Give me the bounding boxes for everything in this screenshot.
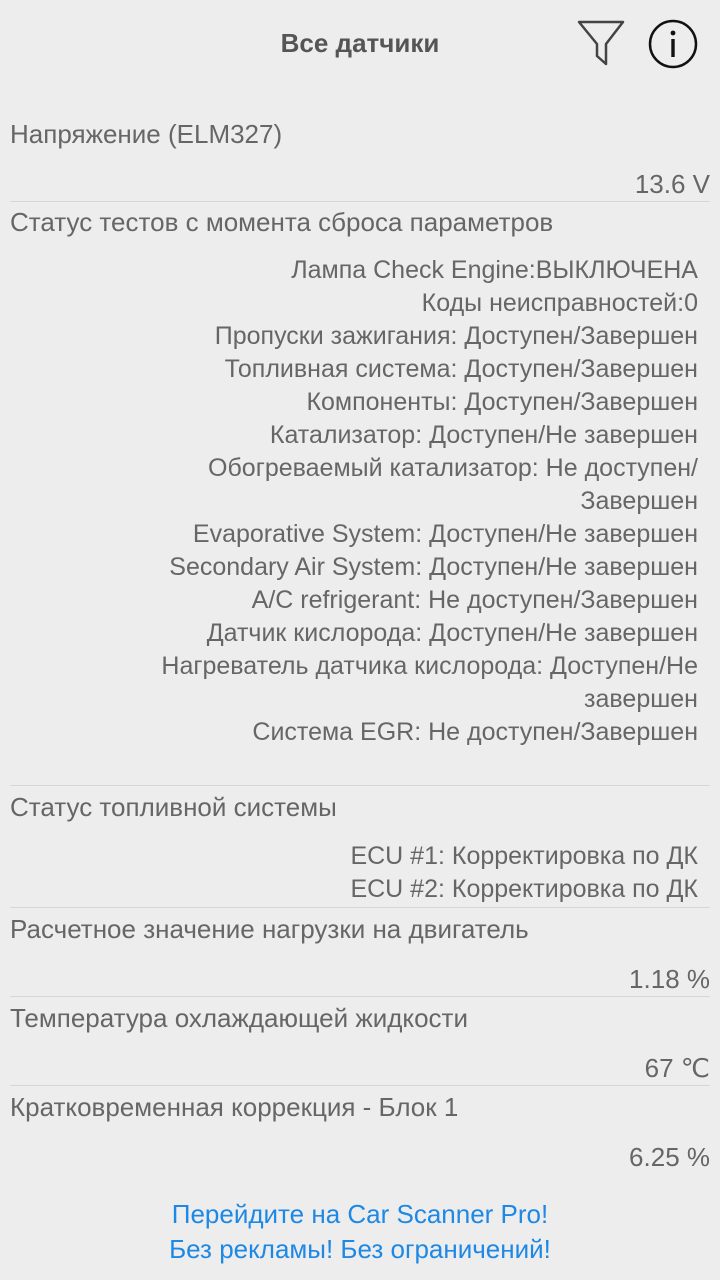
- sensor-name: Температура охлаждающей жидкости: [10, 1003, 468, 1033]
- sensor-name: Расчетное значение нагрузки на двигатель: [10, 914, 529, 944]
- monitor-status-lines: Лампа Check Engine:ВЫКЛЮЧЕНА Коды неиспр…: [58, 254, 698, 749]
- sensor-name: Статус топливной системы: [10, 792, 337, 822]
- sensor-coolant-temp[interactable]: Температура охлаждающей жидкости 67 ℃: [0, 997, 720, 1085]
- status-line: Лампа Check Engine:ВЫКЛЮЧЕНА: [291, 256, 698, 284]
- status-line: Evaporative System: Доступен/Не завершен: [192, 520, 698, 548]
- upgrade-promo-link[interactable]: Перейдите на Car Scanner Pro! Без реклам…: [0, 1197, 720, 1267]
- sensor-fuel-status[interactable]: Статус топливной системы ECU #1: Коррект…: [0, 786, 720, 906]
- status-line: Нагреватель датчика кислорода: Доступен/…: [161, 652, 698, 680]
- status-line: Secondary Air System: Доступен/Не заверш…: [169, 553, 698, 581]
- status-line: Обогреваемый катализатор: Не доступен/: [208, 454, 698, 482]
- sensor-value: 6.25 %: [629, 1142, 710, 1172]
- status-line: Коды неисправностей:0: [421, 289, 698, 317]
- filter-button[interactable]: [576, 18, 626, 70]
- status-line: ECU #2: Корректировка по ДК: [350, 875, 698, 903]
- status-line: Пропуски зажигания: Доступен/Завершен: [214, 322, 698, 350]
- info-icon: [648, 19, 698, 69]
- sensor-name: Кратковременная коррекция - Блок 1: [10, 1092, 459, 1122]
- status-line: завершен: [584, 685, 698, 713]
- status-line: A/C refrigerant: Не доступен/Завершен: [251, 586, 698, 614]
- status-line: Компоненты: Доступен/Завершен: [306, 388, 698, 416]
- top-bar: Все датчики: [0, 0, 720, 90]
- sensor-name: Статус тестов с момента сброса параметро…: [10, 207, 554, 237]
- sensor-engine-load[interactable]: Расчетное значение нагрузки на двигатель…: [0, 908, 720, 996]
- status-line: Катализатор: Доступен/Не завершен: [269, 421, 698, 449]
- sensor-value: 13.6 V: [634, 169, 710, 199]
- status-line: Завершен: [580, 487, 698, 515]
- promo-line-1: Перейдите на Car Scanner Pro!: [171, 1199, 549, 1229]
- sensor-voltage[interactable]: Напряжение (ELM327) 13.6 V: [0, 105, 720, 201]
- info-button[interactable]: [648, 19, 698, 69]
- status-line: Топливная система: Доступен/Завершен: [224, 355, 698, 383]
- sensor-stft[interactable]: Кратковременная коррекция - Блок 1 6.25 …: [0, 1086, 720, 1186]
- promo-line-2: Без рекламы! Без ограничений!: [169, 1234, 551, 1264]
- filter-icon: [577, 20, 625, 66]
- status-line: ECU #1: Корректировка по ДК: [350, 842, 698, 870]
- sensor-name: Напряжение (ELM327): [10, 119, 283, 149]
- status-line: Система EGR: Не доступен/Завершен: [252, 718, 698, 746]
- status-line: Датчик кислорода: Доступен/Не завершен: [206, 619, 698, 647]
- sensor-value: 67 ℃: [644, 1053, 710, 1083]
- fuel-status-lines: ECU #1: Корректировка по ДК ECU #2: Корр…: [58, 840, 698, 906]
- sensor-monitor-status[interactable]: Статус тестов с момента сброса параметро…: [0, 202, 720, 784]
- sensor-value: 1.18 %: [629, 964, 710, 994]
